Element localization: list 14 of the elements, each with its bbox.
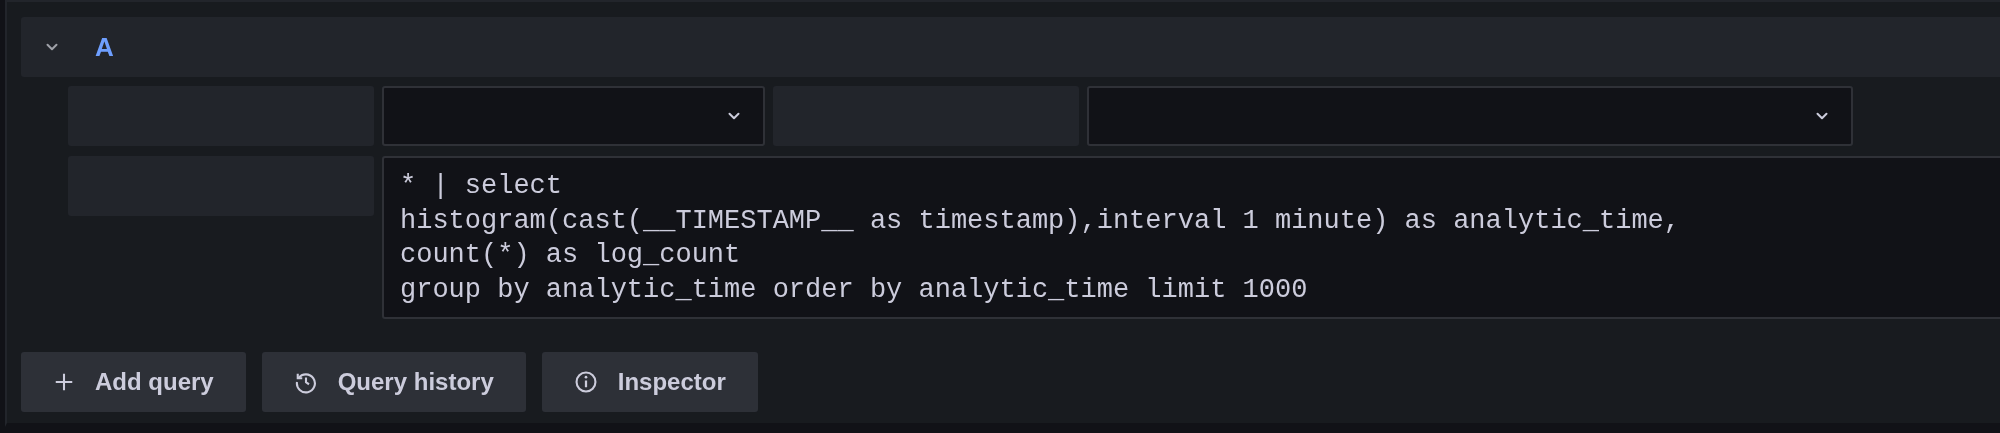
info-icon [573,370,598,394]
code-editor[interactable]: * | select histogram(cast(__TIMESTAMP__ as timestamp),interval 1 minute) as analytic_time, count(*) as log_count group by analytic_time order by analytic_time limit 1000 [382,156,2000,319]
add-query-button[interactable]: Add query [21,352,246,412]
plus-icon [53,371,75,393]
history-icon [293,370,318,394]
code-line: histogram(cast(__TIMESTAMP__ as timestamp),interval 1 minute) as analytic_time, [400,204,1681,238]
select-field[interactable] [382,86,765,146]
inspector-button[interactable]: Inspector [541,352,758,412]
code-line: * | select [400,170,564,203]
select-field[interactable] [1087,86,1853,146]
query-history-button[interactable]: Query history [261,352,526,412]
query-letter: A [95,31,114,63]
code-line: count(*) as log_count [400,239,742,272]
code-line: group by analytic_time order by analytic_time limit 1000 [400,273,1309,307]
